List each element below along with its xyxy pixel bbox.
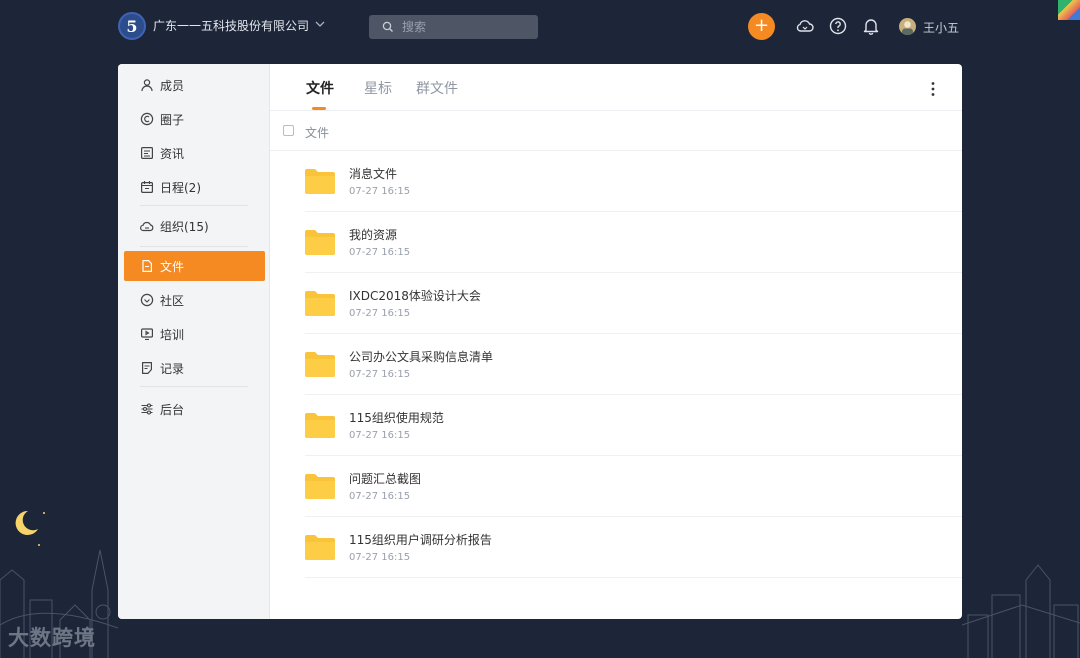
watermark: 大数跨境 xyxy=(8,626,96,650)
bell-icon[interactable] xyxy=(861,16,881,36)
file-timestamp: 07-27 16:15 xyxy=(349,430,411,441)
help-icon[interactable] xyxy=(828,16,848,36)
cloud-org-icon xyxy=(140,221,154,232)
file-name: 115组织使用规范 xyxy=(349,411,444,425)
community-icon xyxy=(140,293,154,307)
training-icon xyxy=(141,328,154,340)
folder-icon xyxy=(305,169,335,194)
settings-icon xyxy=(141,403,153,415)
file-timestamp: 07-27 16:15 xyxy=(349,552,411,563)
column-header-file: 文件 xyxy=(305,126,330,140)
active-tab-indicator xyxy=(312,107,326,110)
folder-icon xyxy=(305,291,335,316)
file-name: 消息文件 xyxy=(349,167,398,181)
cloud-icon[interactable] xyxy=(795,16,815,36)
content-area: 文件 星标 群文件 文件 消息文件 07-27 16:15 我的资源 07-27… xyxy=(270,64,962,619)
sidebar-item-records[interactable]: 记录 xyxy=(124,353,265,383)
corner-ribbon xyxy=(1058,0,1080,20)
sidebar-item-news[interactable]: 资讯 xyxy=(124,138,265,168)
more-vertical-icon[interactable] xyxy=(925,80,941,98)
news-icon xyxy=(141,147,154,160)
file-row[interactable]: 115组织用户调研分析报告 07-27 16:15 xyxy=(305,517,962,578)
sidebar-item-label: 日程(2) xyxy=(160,180,201,195)
file-name: 115组织用户调研分析报告 xyxy=(349,533,492,547)
file-row[interactable]: 消息文件 07-27 16:15 xyxy=(305,151,962,212)
file-name: 我的资源 xyxy=(349,228,398,242)
sidebar-item-label: 培训 xyxy=(160,327,185,342)
calendar-icon xyxy=(141,181,154,194)
person-icon xyxy=(141,79,153,92)
sidebar: 成员 圈子 资讯 日程(2) 组织(15) 文件 社区 培训 记录 后台 xyxy=(118,64,270,619)
file-timestamp: 07-27 16:15 xyxy=(349,369,411,380)
folder-icon xyxy=(305,535,335,560)
tab-files[interactable]: 文件 xyxy=(306,78,334,98)
tab-group-files[interactable]: 群文件 xyxy=(416,78,458,98)
org-name[interactable]: 广东一一五科技股份有限公司 xyxy=(153,17,309,34)
sidebar-item-label: 社区 xyxy=(160,293,185,308)
sidebar-item-label: 圈子 xyxy=(160,112,185,127)
search-box[interactable] xyxy=(369,15,538,39)
file-row[interactable]: 我的资源 07-27 16:15 xyxy=(305,212,962,273)
circle-c-icon xyxy=(140,112,154,126)
city-skyline-right xyxy=(962,564,1080,658)
sidebar-item-label: 组织(15) xyxy=(160,219,209,234)
avatar[interactable] xyxy=(899,18,916,35)
file-name: IXDC2018体验设计大会 xyxy=(349,289,481,303)
sidebar-item-admin[interactable]: 后台 xyxy=(124,394,265,424)
main-panel: 成员 圈子 资讯 日程(2) 组织(15) 文件 社区 培训 记录 后台 文件 … xyxy=(118,64,962,619)
folder-icon xyxy=(305,474,335,499)
sidebar-item-label: 后台 xyxy=(160,402,185,417)
sidebar-item-training[interactable]: 培训 xyxy=(124,319,265,349)
sidebar-item-label: 资讯 xyxy=(160,146,185,161)
file-timestamp: 07-27 16:15 xyxy=(349,247,411,258)
file-list-header: 文件 xyxy=(270,111,962,151)
sidebar-item-members[interactable]: 成员 xyxy=(124,70,265,100)
tab-bar: 文件 星标 群文件 xyxy=(270,64,962,111)
add-button[interactable]: + xyxy=(748,13,775,40)
file-row[interactable]: 115组织使用规范 07-27 16:15 xyxy=(305,395,962,456)
file-name: 问题汇总截图 xyxy=(349,472,422,486)
sidebar-item-schedule[interactable]: 日程(2) xyxy=(124,172,265,202)
file-name: 公司办公文具采购信息清单 xyxy=(349,350,494,364)
search-icon xyxy=(382,21,393,32)
chevron-down-icon[interactable] xyxy=(313,17,327,31)
folder-icon xyxy=(305,413,335,438)
user-name[interactable]: 王小五 xyxy=(923,19,959,36)
file-timestamp: 07-27 16:15 xyxy=(349,186,411,197)
sidebar-divider xyxy=(140,246,248,247)
search-input[interactable] xyxy=(402,15,532,39)
sidebar-divider xyxy=(140,386,248,387)
file-row[interactable]: 问题汇总截图 07-27 16:15 xyxy=(305,456,962,517)
sidebar-item-organization[interactable]: 组织(15) xyxy=(124,211,265,241)
sidebar-divider xyxy=(140,205,248,206)
org-logo[interactable]: 5 xyxy=(118,12,146,40)
file-timestamp: 07-27 16:15 xyxy=(349,491,411,502)
sidebar-item-circles[interactable]: 圈子 xyxy=(124,104,265,134)
sidebar-item-label: 成员 xyxy=(160,78,185,93)
select-all-checkbox[interactable] xyxy=(283,125,294,136)
record-icon xyxy=(142,362,152,374)
file-icon xyxy=(142,260,152,272)
sidebar-item-files[interactable]: 文件 xyxy=(124,251,265,281)
tab-starred[interactable]: 星标 xyxy=(364,78,392,98)
file-timestamp: 07-27 16:15 xyxy=(349,308,411,319)
sidebar-item-label: 记录 xyxy=(160,361,185,376)
file-row[interactable]: 公司办公文具采购信息清单 07-27 16:15 xyxy=(305,334,962,395)
sidebar-item-community[interactable]: 社区 xyxy=(124,285,265,315)
sidebar-item-label: 文件 xyxy=(160,259,185,274)
top-bar: 5 广东一一五科技股份有限公司 + 王小五 xyxy=(0,0,1080,54)
file-row[interactable]: IXDC2018体验设计大会 07-27 16:15 xyxy=(305,273,962,334)
folder-icon xyxy=(305,352,335,377)
folder-icon xyxy=(305,230,335,255)
